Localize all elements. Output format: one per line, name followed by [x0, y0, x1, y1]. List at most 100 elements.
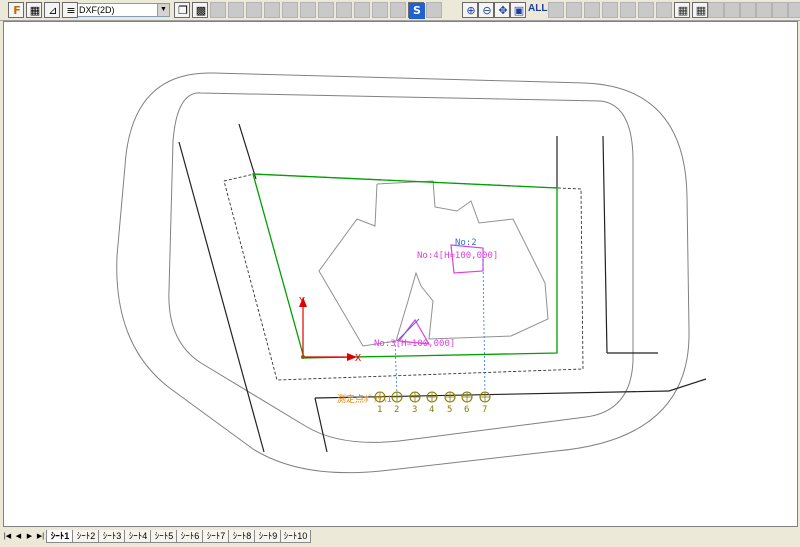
pan-icon: ✥ — [498, 4, 508, 17]
measurement-point-number: 4 — [429, 405, 434, 415]
pan-button[interactable]: ✥ — [494, 2, 510, 18]
sheet-tab[interactable]: ｼｰﾄ8 — [228, 530, 256, 543]
y-axis-label: Y — [299, 296, 305, 307]
survey-polygon-line — [252, 173, 558, 359]
dashed-parcel-line — [223, 173, 584, 381]
tool-icon — [621, 3, 637, 19]
leader-line — [394, 340, 398, 397]
label-no4: No:4[H=100,000] — [417, 251, 498, 261]
zoom-in-icon: ⊕ — [466, 4, 476, 17]
tool-icon — [337, 3, 353, 19]
tool-button — [756, 2, 772, 18]
grid-icon: ▩ — [195, 4, 207, 17]
copy-icon: ❐ — [178, 4, 188, 17]
prev-sheet-icon[interactable]: ◀ — [14, 532, 23, 542]
first-sheet-icon[interactable]: |◀ — [3, 532, 12, 542]
sheet-tab[interactable]: ｼｰﾄ7 — [202, 530, 230, 543]
tool-button — [336, 2, 352, 18]
tool-button — [602, 2, 618, 18]
sheet-tab[interactable]: ｼｰﾄ5 — [150, 530, 178, 543]
view-mode-select[interactable]: DXF(2D) ▼ — [76, 3, 170, 17]
list-button[interactable]: ≡ — [62, 2, 78, 18]
view-mode-value: DXF(2D) — [79, 5, 115, 15]
tool-icon — [355, 3, 371, 19]
cad-drawing[interactable]: Y X No:2 No:4[H=100,000] No:3[H=100,000]… — [4, 22, 798, 527]
table-button[interactable]: ▦ — [692, 2, 708, 18]
measurement-point-number: 3 — [412, 405, 417, 415]
road-line — [238, 123, 257, 180]
measurement-point-number: 7 — [482, 405, 487, 415]
chevron-down-icon[interactable]: ▼ — [157, 4, 169, 16]
leader-line — [482, 259, 486, 397]
table-button[interactable]: ▦ — [674, 2, 690, 18]
sheet-tab-bar: |◀ ◀ ▶ ▶| ｼｰﾄ1 ｼｰﾄ2 ｼｰﾄ3 ｼｰﾄ4 ｼｰﾄ5 ｼｰﾄ6 ｼｰﾄ7 ｼｰﾄ8 ｼｰ… — [0, 527, 800, 547]
tool-button — [210, 2, 226, 18]
sheet-tab[interactable]: ｼｰﾄ1 — [46, 530, 74, 543]
marker-no3-edge — [396, 318, 420, 342]
origin-point — [301, 355, 305, 359]
tool-icon — [283, 3, 299, 19]
zoom-out-button[interactable]: ⊖ — [478, 2, 494, 18]
label-no3: No:3[H=100,000] — [374, 339, 455, 349]
x-axis-label: X — [355, 353, 361, 364]
sheet-tab[interactable]: ｼｰﾄ9 — [254, 530, 282, 543]
last-sheet-icon[interactable]: ▶| — [36, 532, 45, 542]
label-sensor: 測定点ﾎﾟｯｸｽ1 — [337, 393, 392, 405]
tool-button — [638, 2, 654, 18]
tool-icon — [585, 3, 601, 19]
tool-icon — [789, 3, 800, 19]
list-icon: ≡ — [66, 4, 76, 17]
measurement-point-number: 1 — [377, 405, 382, 415]
drawing-canvas[interactable]: Y X No:2 No:4[H=100,000] No:3[H=100,000]… — [3, 21, 798, 527]
tool-icon — [741, 3, 757, 19]
sheet-tab[interactable]: ｼｰﾄ6 — [176, 530, 204, 543]
tool-button — [372, 2, 388, 18]
tool-button — [246, 2, 262, 18]
sheet-tab[interactable]: ｼｰﾄ2 — [72, 530, 100, 543]
layer-color-button[interactable]: ▦ — [26, 2, 42, 18]
tool-button — [264, 2, 280, 18]
tool-icon — [373, 3, 389, 19]
file-button[interactable]: F — [8, 2, 24, 18]
sheet-tab[interactable]: ｼｰﾄ3 — [98, 530, 126, 543]
tool-button — [740, 2, 756, 18]
tool-icon — [709, 3, 725, 19]
tool-button — [354, 2, 370, 18]
table-icon: ▦ — [695, 4, 707, 17]
zoom-window-button[interactable]: ▣ — [510, 2, 526, 18]
tool-icon — [247, 3, 263, 19]
tool-button — [426, 2, 442, 18]
tool-button — [300, 2, 316, 18]
tool-icon — [301, 3, 317, 19]
file-icon: F — [13, 4, 21, 17]
zoom-all-button[interactable]: ALL — [528, 3, 547, 14]
tool-icon — [757, 3, 773, 19]
measurement-point-number: 2 — [394, 405, 399, 415]
road-line — [602, 135, 608, 354]
tool-button — [656, 2, 672, 18]
tool-icon — [725, 3, 741, 19]
sheet-tab[interactable]: ｼｰﾄ10 — [280, 530, 311, 543]
tool-button — [584, 2, 600, 18]
survey-button[interactable]: S — [408, 2, 425, 19]
tool-icon — [657, 3, 673, 19]
tool-icon — [391, 3, 407, 19]
tool-button — [548, 2, 564, 18]
road-line — [668, 378, 707, 392]
tool-icon — [265, 3, 281, 19]
measurement-point-number: 5 — [447, 405, 452, 415]
tool-button — [318, 2, 334, 18]
tool-button — [566, 2, 582, 18]
next-sheet-icon[interactable]: ▶ — [25, 532, 34, 542]
tool-button — [772, 2, 788, 18]
sheet-tab[interactable]: ｼｰﾄ4 — [124, 530, 152, 543]
grid-button[interactable]: ▩ — [192, 2, 208, 18]
copy-button[interactable]: ❐ — [174, 2, 190, 18]
tool-icon — [229, 3, 245, 19]
edit-figure-button[interactable]: ⊿ — [44, 2, 60, 18]
layer-color-icon: ▦ — [29, 4, 41, 17]
tool-button — [228, 2, 244, 18]
measurement-point-number: 6 — [464, 405, 469, 415]
tool-icon — [549, 3, 565, 19]
zoom-in-button[interactable]: ⊕ — [462, 2, 478, 18]
